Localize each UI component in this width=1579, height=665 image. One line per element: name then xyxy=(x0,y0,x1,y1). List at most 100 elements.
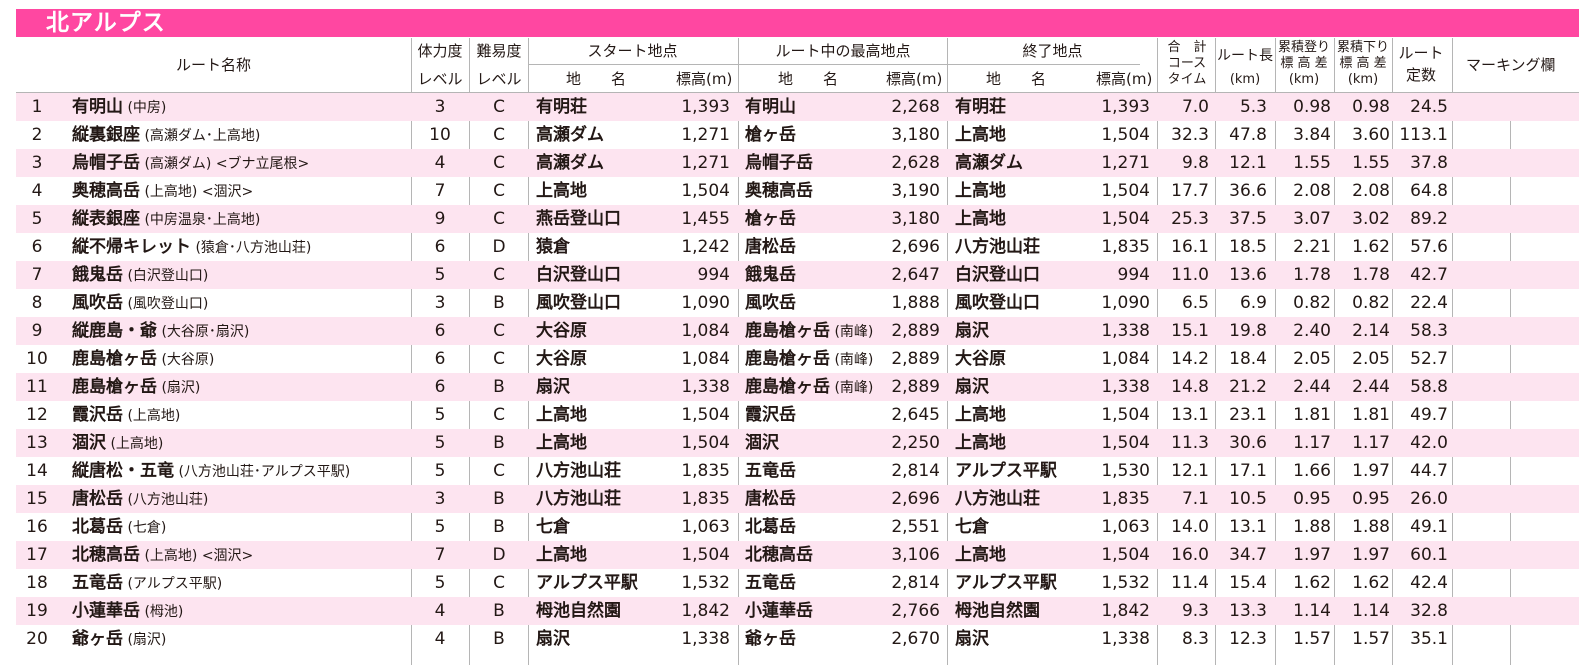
cell-start: アルプス平駅 xyxy=(536,573,638,593)
cell-time: 11.0 xyxy=(1171,265,1209,285)
cell-start-elev: 1,504 xyxy=(681,181,730,201)
cell-ascent: 2.44 xyxy=(1293,377,1331,397)
cell-descent: 2.08 xyxy=(1352,181,1390,201)
cell-difficulty: D xyxy=(492,545,506,565)
cell-no: 15 xyxy=(26,489,48,509)
cell-highest-point: 北葛岳 xyxy=(745,513,895,541)
cell-end-elev: 1,271 xyxy=(1101,153,1150,173)
cell-end-elev: 1,842 xyxy=(1101,601,1150,621)
highest-point-note: (南峰) xyxy=(830,352,874,368)
cell-highest-point: 唐松岳 xyxy=(745,233,895,261)
cell-difficulty: B xyxy=(493,601,505,621)
cell-start: 上高地 xyxy=(536,405,587,425)
cell-highest-point: 鹿島槍ヶ岳 (南峰) xyxy=(745,317,895,345)
cell-length: 15.4 xyxy=(1229,573,1267,593)
cell-start-elev: 1,504 xyxy=(681,545,730,565)
header-total-time-1: 合 計 xyxy=(1167,40,1207,55)
cell-constant: 24.5 xyxy=(1410,97,1448,117)
header-total-time-2: コース xyxy=(1167,56,1207,71)
highest-point-name: 槍ヶ岳 xyxy=(745,125,796,145)
cell-stamina: 4 xyxy=(434,629,446,649)
cell-length: 18.4 xyxy=(1229,349,1267,369)
highest-point-name: 唐松岳 xyxy=(745,489,796,509)
cell-start: 高瀬ダム xyxy=(536,153,604,173)
cell-descent: 2.05 xyxy=(1352,349,1390,369)
cell-end: 上高地 xyxy=(955,125,1006,145)
cell-length: 13.3 xyxy=(1229,601,1267,621)
table-row: 19 4 B 栂池自然園 1,842 2,766 栂池自然園 1,842 9.3 13.3 1.14… xyxy=(16,597,1579,625)
cell-constant: 26.0 xyxy=(1410,489,1448,509)
cell-constant: 58.3 xyxy=(1410,321,1448,341)
cell-time: 16.1 xyxy=(1171,237,1209,257)
header-route-length-unit: (km) xyxy=(1229,72,1261,87)
cell-stamina: 4 xyxy=(434,601,446,621)
cell-difficulty: B xyxy=(493,433,505,453)
cell-difficulty: C xyxy=(493,349,505,369)
cell-ascent: 1.78 xyxy=(1293,265,1331,285)
highest-point-name: 五竜岳 xyxy=(745,461,796,481)
cell-end-elev: 1,504 xyxy=(1101,181,1150,201)
table-row: 6 6 D 猿倉 1,242 2,696 八方池山荘 1,835 16.1 18.5 2.21 1.6… xyxy=(16,233,1579,261)
cell-constant: 37.8 xyxy=(1410,153,1448,173)
table-header: ルート名称 体力度 レベル 難易度 レベル スタート地点 地 名 標高(m) ル… xyxy=(16,38,1579,93)
table-row: 5 9 C 燕岳登山口 1,455 3,180 上高地 1,504 25.3 37.5 3.07 3.… xyxy=(16,205,1579,233)
cell-length: 36.6 xyxy=(1229,181,1267,201)
cell-start-elev: 1,504 xyxy=(681,405,730,425)
cell-route-name: 縦鹿島・爺 (大谷原･扇沢) xyxy=(72,317,407,345)
route-name: 縦唐松・五竜 xyxy=(72,461,174,481)
header-route-name: ルート名称 xyxy=(175,56,251,74)
cell-end: 扇沢 xyxy=(955,321,989,341)
cell-start: 有明荘 xyxy=(536,97,587,117)
route-note: (風吹登山口) xyxy=(123,296,209,312)
cell-start-elev: 1,393 xyxy=(681,97,730,117)
cell-ascent: 1.88 xyxy=(1293,517,1331,537)
route-note: (高瀬ダム･上高地) xyxy=(140,128,261,144)
cell-time: 7.1 xyxy=(1181,489,1209,509)
cell-no: 12 xyxy=(26,405,48,425)
cell-difficulty: C xyxy=(493,405,505,425)
cell-time: 14.8 xyxy=(1171,377,1209,397)
cell-end: アルプス平駅 xyxy=(955,573,1057,593)
cell-descent: 1.88 xyxy=(1352,517,1390,537)
cell-no: 7 xyxy=(31,265,43,285)
cell-route-name: 縦表銀座 (中房温泉･上高地) xyxy=(72,205,407,233)
cell-no: 6 xyxy=(31,237,43,257)
cell-start-elev: 1,063 xyxy=(681,517,730,537)
cell-difficulty: B xyxy=(493,293,505,313)
cell-start-elev: 1,835 xyxy=(681,461,730,481)
highest-point-name: 北穂高岳 xyxy=(745,545,813,565)
route-note: (上高地) xyxy=(123,408,181,424)
cell-highest-point: 有明山 xyxy=(745,93,895,121)
cell-start: 高瀬ダム xyxy=(536,125,604,145)
highest-point-name: 鹿島槍ヶ岳 xyxy=(745,377,830,397)
cell-no: 5 xyxy=(31,209,43,229)
cell-ascent: 1.17 xyxy=(1293,433,1331,453)
header-descent-2: 標 高 差 xyxy=(1339,56,1387,71)
route-note: (アルプス平駅) xyxy=(123,576,223,592)
header-stamina: 体力度 xyxy=(417,42,463,60)
header-marking: マーキング欄 xyxy=(1466,56,1556,74)
cell-no: 9 xyxy=(31,321,43,341)
cell-ascent: 0.95 xyxy=(1293,489,1331,509)
highest-point-note: (南峰) xyxy=(830,324,874,340)
cell-descent: 3.02 xyxy=(1352,209,1390,229)
cell-end-elev: 1,338 xyxy=(1101,629,1150,649)
cell-ascent: 0.98 xyxy=(1293,97,1331,117)
cell-no: 8 xyxy=(31,293,43,313)
cell-end: 八方池山荘 xyxy=(955,489,1040,509)
cell-time: 9.8 xyxy=(1181,153,1209,173)
highest-point-name: 北葛岳 xyxy=(745,517,796,537)
header-ascent-3: (km) xyxy=(1288,72,1320,87)
cell-highest-point: 鹿島槍ヶ岳 (南峰) xyxy=(745,345,895,373)
cell-end-elev: 1,835 xyxy=(1101,237,1150,257)
subheader-line-start xyxy=(529,64,1140,65)
cell-length: 30.6 xyxy=(1229,433,1267,453)
cell-end-elev: 1,532 xyxy=(1101,573,1150,593)
cell-start-elev: 1,504 xyxy=(681,433,730,453)
cell-time: 7.0 xyxy=(1181,97,1209,117)
cell-no: 10 xyxy=(26,349,48,369)
cell-end: 白沢登山口 xyxy=(955,265,1040,285)
cell-time: 15.1 xyxy=(1171,321,1209,341)
route-note: (八方池山荘･アルプス平駅) xyxy=(174,464,351,480)
cell-end-elev: 1,504 xyxy=(1101,433,1150,453)
